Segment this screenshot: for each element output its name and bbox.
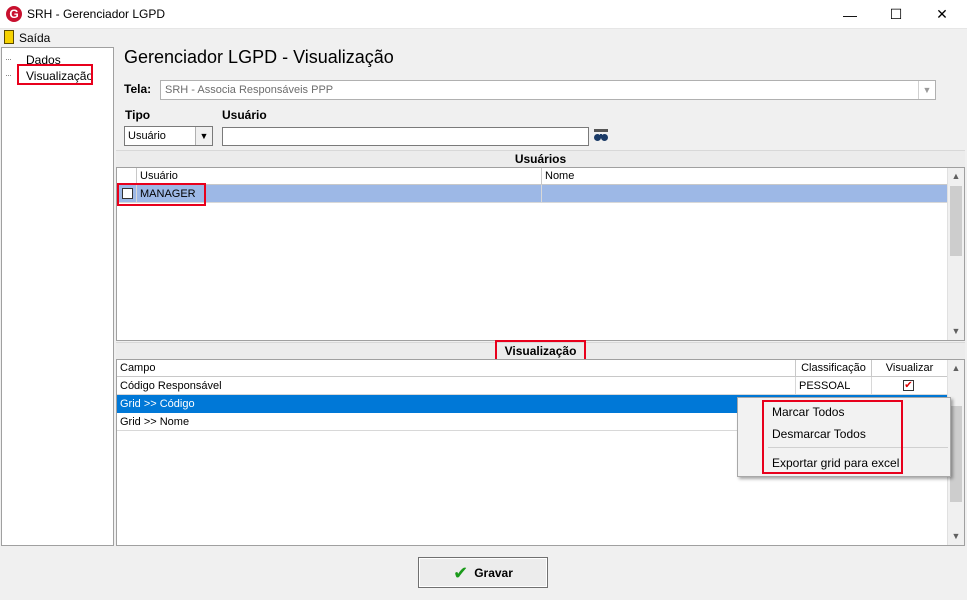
close-button[interactable]: ✕	[919, 0, 965, 29]
tipo-select-value: Usuário	[128, 130, 166, 142]
tela-select[interactable]: SRH - Associa Responsáveis PPP ▼	[160, 80, 936, 100]
table-row[interactable]: MANAGER	[117, 185, 948, 203]
usuario-input[interactable]	[222, 127, 589, 146]
menu-bar: Saída	[0, 29, 967, 46]
cell-campo: Grid >> Nome	[117, 413, 796, 431]
highlight-box-tree	[17, 64, 93, 85]
tree-connector	[6, 59, 11, 60]
title-bar: G SRH - Gerenciador LGPD — ☐ ✕	[0, 0, 967, 29]
scroll-thumb[interactable]	[950, 406, 962, 502]
cell-classificacao: PESSOAL	[796, 377, 872, 395]
column-header-nome[interactable]: Nome	[542, 168, 948, 185]
cell-visualizar: ✔	[872, 377, 948, 395]
tela-select-value: SRH - Associa Responsáveis PPP	[165, 84, 334, 96]
visualizar-checkbox[interactable]: ✔	[903, 380, 914, 391]
app-logo-icon: G	[6, 6, 22, 22]
tree-connector	[6, 75, 11, 76]
table-row[interactable]: Código Responsável PESSOAL ✔	[117, 377, 948, 395]
scroll-thumb[interactable]	[950, 186, 962, 256]
navigation-tree: Dados Visualização	[1, 47, 114, 546]
maximize-button[interactable]: ☐	[873, 0, 919, 29]
column-header-campo[interactable]: Campo	[117, 360, 796, 377]
highlight-box-manager	[117, 183, 206, 206]
menu-item-saida[interactable]: Saída	[19, 31, 50, 45]
scroll-up-icon[interactable]: ▲	[948, 168, 964, 185]
tela-label: Tela:	[124, 82, 152, 96]
maximize-icon: ☐	[889, 6, 903, 22]
minimize-icon: —	[843, 6, 857, 23]
save-button[interactable]: ✔ Gravar	[418, 557, 548, 588]
cell-campo: Grid >> Código	[117, 395, 796, 413]
chevron-down-icon[interactable]: ▼	[918, 81, 935, 99]
checkmark-icon: ✔	[453, 562, 469, 583]
usuario-label: Usuário	[222, 108, 267, 122]
page-title: Gerenciador LGPD - Visualização	[124, 47, 394, 67]
column-header-visualizar[interactable]: Visualizar	[872, 360, 948, 377]
cell-nome	[542, 185, 948, 203]
window-title: SRH - Gerenciador LGPD	[27, 7, 166, 21]
door-exit-icon	[4, 30, 14, 44]
binoculars-search-icon[interactable]	[593, 128, 609, 144]
chevron-down-icon[interactable]: ▼	[195, 127, 212, 145]
users-grid-scrollbar[interactable]: ▲ ▼	[947, 168, 964, 340]
minimize-button[interactable]: —	[827, 0, 873, 29]
cell-campo: Código Responsável	[117, 377, 796, 395]
highlight-box-context-menu	[762, 400, 903, 474]
users-section-title: Usuários	[116, 150, 965, 167]
close-icon: ✕	[936, 6, 948, 22]
column-header-classificacao[interactable]: Classificação	[796, 360, 872, 377]
tipo-select[interactable]: Usuário ▼	[124, 126, 213, 146]
scroll-down-icon[interactable]: ▼	[948, 323, 964, 340]
users-grid: Usuário Nome MANAGER ▲ ▼	[116, 167, 965, 341]
scroll-up-icon[interactable]: ▲	[948, 360, 964, 377]
save-button-label: Gravar	[474, 565, 513, 580]
scroll-down-icon[interactable]: ▼	[948, 528, 964, 545]
tipo-label: Tipo	[125, 108, 151, 122]
